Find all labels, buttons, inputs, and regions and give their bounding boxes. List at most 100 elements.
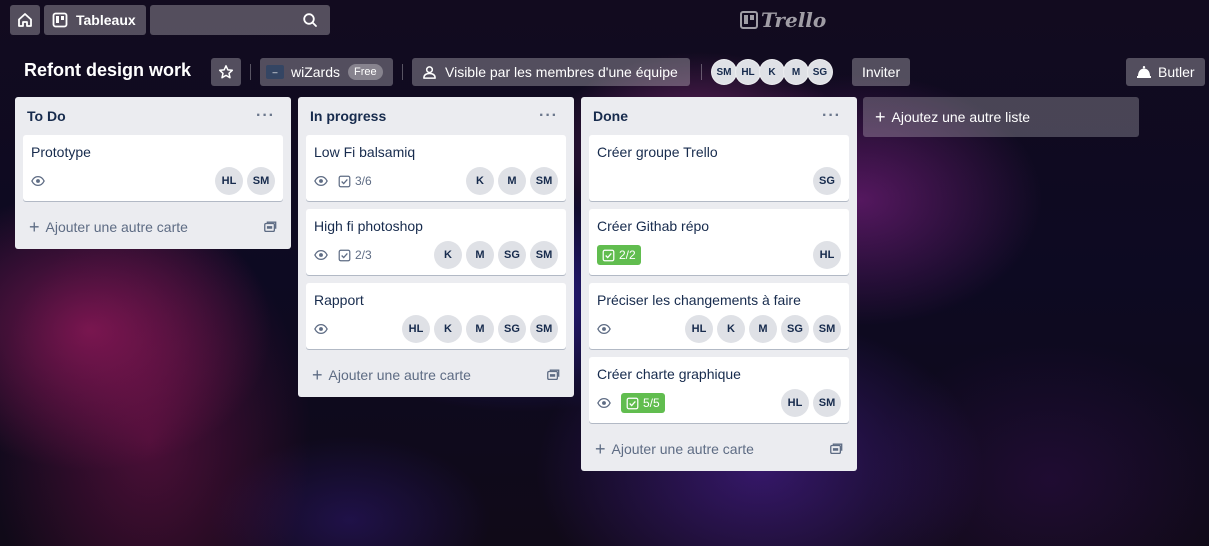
team-visibility-icon bbox=[422, 65, 437, 80]
boards-icon bbox=[52, 12, 68, 28]
member-avatar[interactable]: M bbox=[466, 241, 494, 269]
list-menu-icon[interactable]: ··· bbox=[256, 107, 279, 125]
butler-button[interactable]: Butler bbox=[1126, 58, 1205, 86]
plus-icon: + bbox=[595, 438, 606, 459]
member-avatar[interactable]: SM bbox=[813, 389, 841, 417]
card-creer-githab[interactable]: Créer Githab répo 2/2 HL bbox=[589, 209, 849, 275]
card-badges: 5/5 bbox=[597, 393, 671, 413]
list-header[interactable]: In progress ··· bbox=[306, 97, 566, 135]
free-badge: Free bbox=[348, 64, 383, 80]
checklist-icon bbox=[626, 397, 639, 410]
card-high-fi[interactable]: High fi photoshop 2/3 K M SG SM bbox=[306, 209, 566, 275]
card-title: Prototype bbox=[31, 144, 91, 160]
member-avatar[interactable]: HL bbox=[215, 167, 243, 195]
member-avatar[interactable]: SG bbox=[807, 59, 833, 85]
checklist-count: 3/6 bbox=[355, 174, 372, 188]
card-low-fi[interactable]: Low Fi balsamiq 3/6 K M SM bbox=[306, 135, 566, 201]
logo-text: Trello bbox=[761, 8, 827, 32]
member-avatar[interactable]: K bbox=[717, 315, 745, 343]
card-charte[interactable]: Créer charte graphique 5/5 HL SM bbox=[589, 357, 849, 423]
boards-button[interactable]: Tableaux bbox=[44, 5, 146, 35]
board-header: Refont design work – wiZards Free Visibl… bbox=[0, 56, 1209, 92]
watch-icon bbox=[314, 174, 328, 188]
search-input[interactable] bbox=[149, 5, 330, 35]
card-template-icon[interactable] bbox=[829, 442, 843, 456]
card-template-icon[interactable] bbox=[546, 368, 560, 382]
card-rapport[interactable]: Rapport HL K M SG SM bbox=[306, 283, 566, 349]
member-avatar[interactable]: SG bbox=[781, 315, 809, 343]
card-preciser[interactable]: Préciser les changements à faire HL K M … bbox=[589, 283, 849, 349]
divider bbox=[250, 64, 251, 80]
add-card-label: Ajouter une autre carte bbox=[45, 219, 188, 235]
member-avatar[interactable]: M bbox=[749, 315, 777, 343]
home-button[interactable] bbox=[10, 5, 40, 35]
visibility-button[interactable]: Visible par les membres d'une équipe bbox=[412, 58, 690, 86]
search-icon bbox=[302, 12, 318, 28]
board-title[interactable]: Refont design work bbox=[24, 60, 191, 81]
list-title[interactable]: To Do bbox=[27, 108, 66, 124]
checklist-count: 2/3 bbox=[355, 248, 372, 262]
member-avatar[interactable]: HL bbox=[735, 59, 761, 85]
team-icon: – bbox=[266, 65, 284, 79]
watch-icon bbox=[31, 174, 45, 188]
boards-label: Tableaux bbox=[76, 12, 136, 28]
star-button[interactable] bbox=[211, 58, 241, 86]
member-avatar[interactable]: K bbox=[759, 59, 785, 85]
card-template-icon[interactable] bbox=[263, 220, 277, 234]
member-avatar[interactable]: HL bbox=[402, 315, 430, 343]
trello-logo[interactable]: Trello bbox=[740, 8, 826, 32]
list-title[interactable]: In progress bbox=[310, 108, 386, 124]
card-members: SG bbox=[809, 167, 841, 195]
member-avatar[interactable]: SM bbox=[711, 59, 737, 85]
card-creer-groupe[interactable]: Créer groupe Trello SG bbox=[589, 135, 849, 201]
member-avatar[interactable]: SG bbox=[498, 241, 526, 269]
list-menu-icon[interactable]: ··· bbox=[822, 107, 845, 125]
card-title: Low Fi balsamiq bbox=[314, 144, 416, 160]
team-button[interactable]: – wiZards Free bbox=[260, 58, 393, 86]
add-card-button[interactable]: + Ajouter une autre carte bbox=[306, 357, 566, 393]
add-card-button[interactable]: + Ajouter une autre carte bbox=[23, 209, 283, 245]
member-avatar[interactable]: M bbox=[783, 59, 809, 85]
invite-button[interactable]: Inviter bbox=[852, 58, 911, 86]
member-avatar[interactable]: K bbox=[434, 315, 462, 343]
card-badges-row: 2/2 HL bbox=[597, 241, 841, 269]
list-done: Done ··· Créer groupe Trello SG Créer Gi… bbox=[581, 97, 857, 471]
member-avatar[interactable]: K bbox=[434, 241, 462, 269]
member-avatar[interactable]: M bbox=[498, 167, 526, 195]
member-avatar[interactable]: HL bbox=[685, 315, 713, 343]
checklist-icon bbox=[338, 249, 351, 262]
card-members: K M SG SM bbox=[430, 241, 558, 269]
checklist-badge: 3/6 bbox=[338, 174, 372, 188]
member-avatar[interactable]: SM bbox=[530, 315, 558, 343]
watch-icon bbox=[314, 322, 328, 336]
card-prototype[interactable]: Prototype HL SM bbox=[23, 135, 283, 201]
member-avatar[interactable]: K bbox=[466, 167, 494, 195]
card-badges-row: HL SM bbox=[31, 167, 275, 195]
card-badges bbox=[314, 322, 338, 336]
add-card-button[interactable]: + Ajouter une autre carte bbox=[589, 431, 849, 467]
member-avatar[interactable]: SM bbox=[813, 315, 841, 343]
member-avatar[interactable]: SG bbox=[813, 167, 841, 195]
card-title: Préciser les changements à faire bbox=[597, 292, 801, 308]
member-avatar[interactable]: HL bbox=[813, 241, 841, 269]
top-header: Tableaux Trello bbox=[0, 0, 1209, 40]
watch-icon bbox=[597, 396, 611, 410]
list-todo: To Do ··· Prototype HL SM + Ajouter une … bbox=[15, 97, 291, 249]
member-avatar[interactable]: M bbox=[466, 315, 494, 343]
member-avatar[interactable]: SM bbox=[530, 167, 558, 195]
member-avatar[interactable]: HL bbox=[781, 389, 809, 417]
list-title[interactable]: Done bbox=[593, 108, 628, 124]
member-avatar[interactable]: SM bbox=[247, 167, 275, 195]
card-members: HL K M SG SM bbox=[398, 315, 558, 343]
add-list-button[interactable]: + Ajoutez une autre liste bbox=[863, 97, 1139, 137]
list-header[interactable]: Done ··· bbox=[589, 97, 849, 135]
member-avatar[interactable]: SM bbox=[530, 241, 558, 269]
list-header[interactable]: To Do ··· bbox=[23, 97, 283, 135]
card-badges-row: SG bbox=[597, 167, 841, 195]
checklist-icon bbox=[602, 249, 615, 262]
list-menu-icon[interactable]: ··· bbox=[539, 107, 562, 125]
card-title: Créer Githab répo bbox=[597, 218, 710, 234]
butler-label: Butler bbox=[1158, 64, 1195, 80]
card-members: K M SM bbox=[462, 167, 558, 195]
member-avatar[interactable]: SG bbox=[498, 315, 526, 343]
